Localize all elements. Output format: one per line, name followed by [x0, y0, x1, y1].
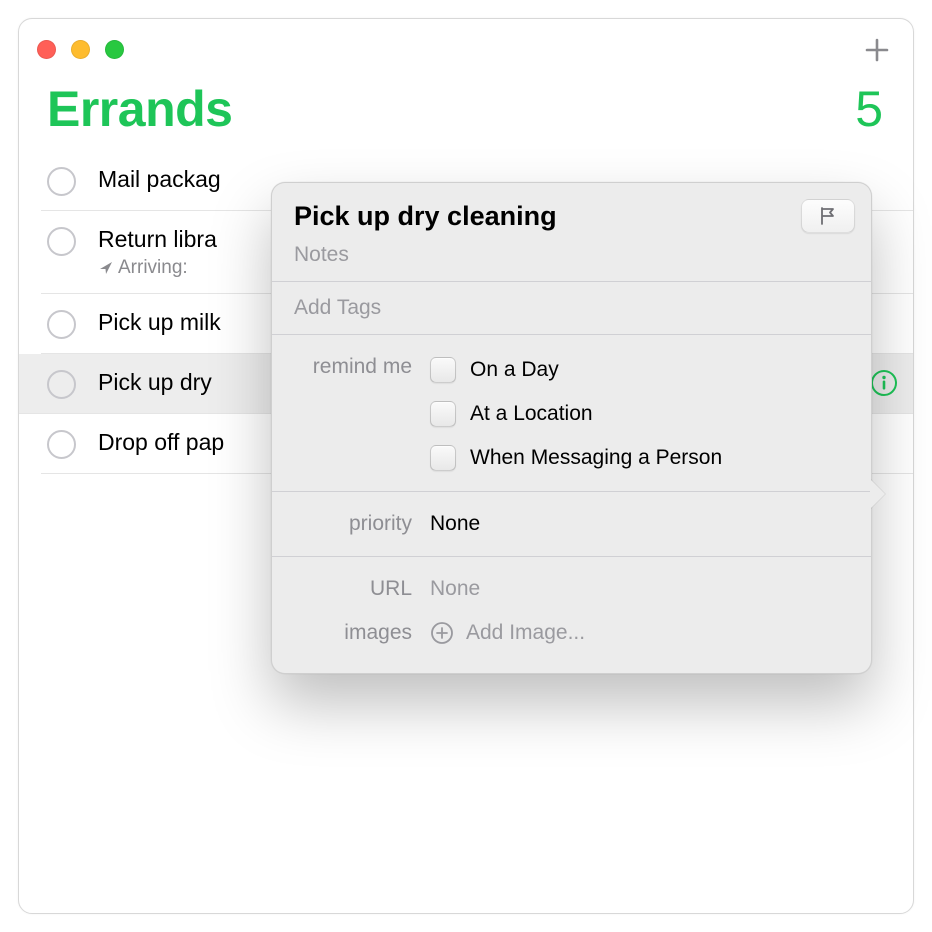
remind-location-row[interactable]: At a Location: [430, 401, 722, 427]
remind-me-label: remind me: [294, 355, 430, 379]
list-header: Errands 5: [19, 80, 913, 150]
when-messaging-label: When Messaging a Person: [470, 446, 722, 470]
url-images-section: URL None images Add Image...: [272, 556, 871, 673]
plus-circle-icon: [430, 621, 454, 645]
images-label: images: [294, 621, 430, 645]
remind-me-row: remind me On a Day At a Location When Me…: [294, 349, 849, 477]
reminder-sub-text: Arriving:: [118, 257, 188, 279]
remind-messaging-row[interactable]: When Messaging a Person: [430, 445, 722, 471]
remind-on-day-row[interactable]: On a Day: [430, 357, 722, 383]
complete-checkbox[interactable]: [47, 167, 76, 196]
on-day-checkbox[interactable]: [430, 357, 456, 383]
toolbar-right: [859, 32, 895, 68]
traffic-lights: [37, 40, 124, 59]
complete-checkbox[interactable]: [47, 430, 76, 459]
complete-checkbox[interactable]: [47, 227, 76, 256]
complete-checkbox[interactable]: [47, 310, 76, 339]
close-window-button[interactable]: [37, 40, 56, 59]
notes-field[interactable]: Notes: [272, 239, 871, 281]
priority-row[interactable]: priority None: [294, 506, 849, 542]
reminder-title: Pick up dry: [98, 368, 212, 398]
location-arrow-icon: [98, 260, 114, 276]
on-day-label: On a Day: [470, 358, 559, 382]
reminder-title: Drop off pap: [98, 428, 224, 458]
add-reminder-button[interactable]: [859, 32, 895, 68]
at-location-checkbox[interactable]: [430, 401, 456, 427]
popover-title[interactable]: Pick up dry cleaning: [294, 201, 557, 232]
add-image-button[interactable]: Add Image...: [430, 621, 585, 645]
reminder-body: Pick up dry: [98, 368, 212, 398]
titlebar: [19, 19, 913, 80]
reminder-body: Pick up milk: [98, 308, 221, 338]
url-label: URL: [294, 577, 430, 601]
list-title: Errands: [47, 80, 232, 138]
list-count: 5: [855, 80, 885, 138]
at-location-label: At a Location: [470, 402, 593, 426]
reminder-title: Return libra: [98, 225, 217, 255]
tags-placeholder: Add Tags: [294, 296, 381, 319]
url-value: None: [430, 577, 480, 601]
reminder-title: Pick up milk: [98, 308, 221, 338]
complete-checkbox[interactable]: [47, 370, 76, 399]
reminder-body: Return libra Arriving:: [98, 225, 217, 279]
reminders-window: Errands 5 Mail packag Return libra Arriv…: [18, 18, 914, 914]
reminder-title: Mail packag: [98, 165, 221, 195]
when-messaging-checkbox[interactable]: [430, 445, 456, 471]
priority-value: None: [430, 512, 480, 536]
popover-header: Pick up dry cleaning: [272, 183, 871, 239]
flag-icon: [817, 205, 839, 227]
add-image-label: Add Image...: [466, 621, 585, 645]
info-button[interactable]: [869, 368, 899, 398]
reminder-subtitle: Arriving:: [98, 257, 217, 279]
remind-me-section: remind me On a Day At a Location When Me…: [272, 334, 871, 491]
info-icon: [870, 369, 898, 397]
tags-field[interactable]: Add Tags: [272, 281, 871, 334]
remind-me-options: On a Day At a Location When Messaging a …: [430, 355, 722, 471]
reminder-body: Mail packag: [98, 165, 221, 195]
priority-section: priority None: [272, 491, 871, 556]
notes-placeholder: Notes: [294, 243, 349, 266]
images-row: images Add Image...: [294, 611, 849, 655]
fullscreen-window-button[interactable]: [105, 40, 124, 59]
flag-button[interactable]: [801, 199, 855, 233]
reminder-details-popover: Pick up dry cleaning Notes Add Tags remi…: [271, 182, 872, 674]
reminder-body: Drop off pap: [98, 428, 224, 458]
priority-label: priority: [294, 512, 430, 536]
minimize-window-button[interactable]: [71, 40, 90, 59]
url-row[interactable]: URL None: [294, 567, 849, 611]
